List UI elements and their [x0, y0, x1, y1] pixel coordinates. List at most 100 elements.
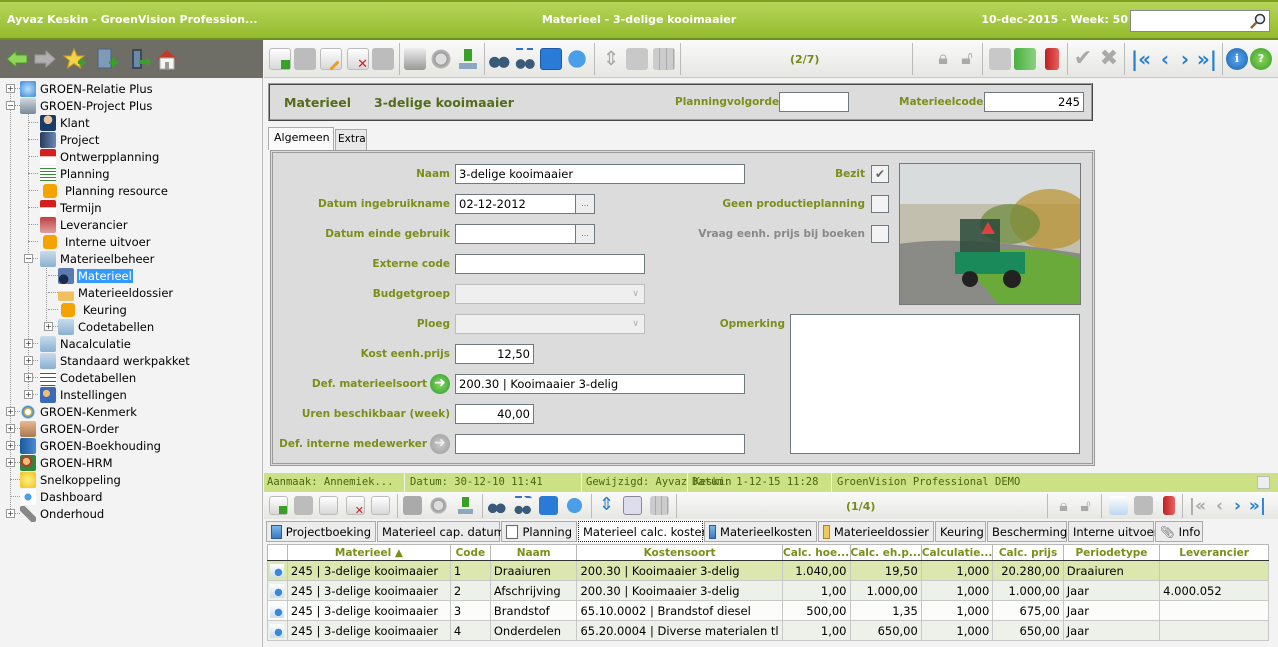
edit-record-icon[interactable] — [320, 48, 342, 71]
last-record-icon[interactable]: »| — [1196, 48, 1218, 70]
home-icon[interactable] — [155, 48, 179, 70]
magnifier-document-icon[interactable] — [270, 623, 284, 638]
lock-icon[interactable]: 🔒︎ — [932, 48, 954, 70]
col-header-calc-hoeveelheid[interactable]: Calc. hoe... — [781, 544, 851, 561]
materieelsoort-input[interactable]: 200.30 | Kooimaaier 3-delig — [455, 374, 745, 394]
print-line-icon[interactable] — [403, 496, 422, 515]
advanced-search-line-icon[interactable] — [513, 496, 532, 515]
tree-item-materieel[interactable]: Materieel — [38, 267, 133, 284]
expand-icon[interactable]: + — [24, 356, 33, 365]
materieelcode-input[interactable]: 245 — [984, 92, 1084, 112]
preview-document-icon[interactable] — [989, 48, 1011, 70]
col-header-calculatie[interactable]: Calculatie... — [920, 544, 994, 561]
clipboard-icon[interactable] — [626, 48, 648, 70]
expand-icon[interactable]: + — [24, 373, 33, 382]
red-binder-icon[interactable] — [1045, 48, 1059, 70]
tree-item-groen-order[interactable]: + GROEN-Order — [0, 420, 120, 437]
planningvolgorde-input[interactable] — [779, 92, 849, 112]
tree-item-planning[interactable]: Planning — [20, 165, 111, 182]
expand-icon[interactable]: + — [44, 322, 53, 331]
red-binder-line-icon[interactable] — [1163, 496, 1175, 515]
budgetgroep-select[interactable]: ∨ — [455, 284, 645, 304]
expand-icon[interactable]: + — [6, 424, 15, 433]
col-header-materieel[interactable]: Materieel ▲ — [286, 544, 451, 561]
preview-line-icon[interactable] — [1109, 496, 1128, 515]
add-document-icon[interactable] — [95, 48, 119, 70]
geen-productieplanning-checkbox[interactable] — [871, 195, 889, 213]
subtab-materieelkosten[interactable]: Materieelkosten — [704, 521, 817, 542]
col-header-leverancier[interactable]: Leverancier — [1159, 544, 1269, 561]
table-row[interactable]: 245 | 3-delige kooimaaier 3 Brandstof 65.10… — [267, 600, 1269, 621]
col-header-naam[interactable]: Naam — [489, 544, 578, 561]
tree-item-groen-hrm[interactable]: + GROEN-HRM — [0, 454, 114, 471]
refresh-line-icon[interactable] — [565, 496, 584, 515]
first-record-icon[interactable]: |« — [1130, 48, 1152, 70]
row-open-cell[interactable] — [267, 620, 288, 641]
last-line-icon[interactable]: »| — [1248, 496, 1267, 516]
subtab-planning[interactable]: Planning — [501, 521, 577, 542]
medewerker-goto-icon[interactable]: ➜ — [430, 434, 450, 454]
new-record-icon[interactable] — [269, 48, 291, 70]
kost-eenhprijs-input[interactable]: 12,50 — [455, 344, 534, 364]
table-row[interactable]: 245 | 3-delige kooimaaier 2 Afschrijving 20… — [267, 580, 1269, 601]
tree-item-instellingen[interactable]: + Instellingen — [20, 386, 128, 403]
magnifier-document-icon[interactable] — [270, 603, 284, 618]
tree-item-materieeldossier[interactable]: Materieeldossier — [38, 284, 174, 301]
uren-beschikbaar-input[interactable]: 40,00 — [455, 404, 534, 424]
add-favorite-icon[interactable] — [63, 48, 87, 70]
tree-item-interne-uitvoer[interactable]: Interne uitvoer — [20, 233, 151, 250]
next-record-icon[interactable]: › — [1174, 48, 1196, 70]
tree-item-nacalculatie[interactable]: + Nacalculatie — [20, 335, 132, 352]
subtab-projectboeking[interactable]: Projectboeking — [266, 521, 376, 542]
previous-line-icon[interactable]: ‹ — [1210, 496, 1229, 516]
bezit-checkbox[interactable]: ✔ — [871, 165, 889, 183]
tree-item-klant[interactable]: Klant — [20, 114, 91, 131]
tree-item-groen-kenmerk[interactable]: + GROEN-Kenmerk — [0, 403, 138, 420]
settings-gear-icon[interactable] — [430, 48, 452, 70]
tree-item-materieelbeheer[interactable]: − Materieelbeheer — [20, 250, 155, 267]
col-header-kostensoort[interactable]: Kostensoort — [576, 544, 783, 561]
tree-item-keuring[interactable]: Keuring — [38, 301, 128, 318]
collapse-icon[interactable]: − — [24, 254, 33, 263]
col-header-code[interactable]: Code — [449, 544, 491, 561]
tree-item-groen-project-plus[interactable]: − GROEN-Project Plus — [0, 97, 153, 114]
table-settings-icon[interactable] — [653, 48, 675, 70]
datum-ingebruikname-picker-button[interactable]: ... — [575, 194, 595, 214]
binder-line-icon[interactable] — [1134, 496, 1153, 515]
help-icon[interactable]: ? — [1250, 48, 1272, 70]
tree-item-standaard-werkpakket[interactable]: + Standaard werkpakket — [20, 352, 191, 369]
tree-item-snelkoppeling[interactable]: Snelkoppeling — [0, 471, 122, 488]
copy-record-icon[interactable] — [372, 48, 394, 70]
settings-line-icon[interactable] — [429, 496, 448, 515]
materieelsoort-goto-icon[interactable]: ➜ — [430, 374, 450, 394]
col-header-periodetype[interactable]: Periodetype — [1062, 544, 1161, 561]
subtab-materieel-calc-kosten[interactable]: Materieel calc. kosten — [578, 521, 709, 542]
advanced-search-icon[interactable] — [514, 48, 536, 70]
tab-extra[interactable]: Extra — [335, 129, 367, 150]
logout-icon[interactable] — [127, 48, 151, 70]
export-icon[interactable] — [457, 48, 479, 70]
refresh-icon[interactable] — [566, 48, 588, 70]
blank-record-icon[interactable] — [294, 48, 316, 70]
expand-icon[interactable]: + — [6, 84, 15, 93]
tab-algemeen[interactable]: Algemeen — [268, 127, 334, 150]
subtab-materieeldossier[interactable]: Materieeldossier — [818, 521, 934, 542]
tree-item-groen-relatie-plus[interactable]: + GROEN-Relatie Plus — [0, 80, 154, 97]
expand-icon[interactable]: + — [24, 339, 33, 348]
binoculars-line-icon[interactable] — [487, 496, 506, 515]
tree-item-project[interactable]: Project — [20, 131, 100, 148]
unlock-icon[interactable]: 🔓︎ — [956, 48, 978, 70]
table-settings-line-icon[interactable] — [650, 496, 669, 515]
datum-einde-picker-button[interactable]: ... — [575, 224, 595, 244]
subtab-bescherming[interactable]: Bescherming — [987, 521, 1067, 542]
clipboard-line-icon[interactable] — [623, 496, 642, 515]
tree-item-leverancier[interactable]: Leverancier — [20, 216, 129, 233]
collapse-icon[interactable]: − — [6, 101, 15, 110]
datum-einde-input[interactable] — [455, 224, 595, 244]
previous-record-icon[interactable]: ‹ — [1154, 48, 1176, 70]
status-toggle-checkbox[interactable] — [1257, 476, 1270, 489]
ploeg-select[interactable]: ∨ — [455, 314, 645, 334]
row-open-cell[interactable] — [267, 600, 288, 621]
sort-line-icon[interactable]: ⇕ — [597, 496, 616, 515]
interne-medewerker-input[interactable] — [455, 434, 745, 454]
